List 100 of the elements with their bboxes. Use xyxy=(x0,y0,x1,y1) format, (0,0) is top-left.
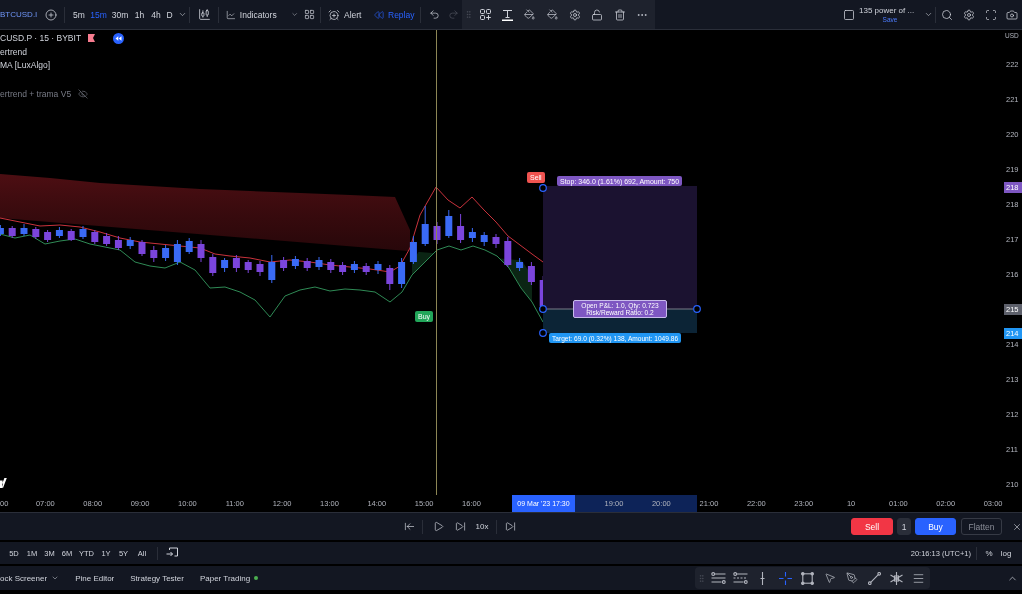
candle xyxy=(480,231,488,247)
candle xyxy=(362,262,370,276)
rewind-icon xyxy=(374,9,384,20)
open-lock-icon[interactable] xyxy=(591,8,604,21)
cursor-icon[interactable] xyxy=(823,572,836,584)
drag-handle[interactable] xyxy=(539,305,547,313)
symbol-title: CUSD.P · 15 · BYBIT xyxy=(0,33,82,44)
grid-plus-icon[interactable] xyxy=(479,9,491,20)
layout-name[interactable]: 135 power of ... xyxy=(859,5,915,16)
indicators-button[interactable]: Indicators xyxy=(219,3,298,26)
candle xyxy=(433,221,441,245)
skip-forward-icon[interactable] xyxy=(504,521,516,532)
paint-bucket-icon[interactable] xyxy=(546,9,558,20)
candle xyxy=(0,224,4,237)
candle xyxy=(91,229,99,245)
candle xyxy=(409,235,417,265)
trash-icon[interactable] xyxy=(613,8,626,21)
interval-button[interactable]: 30m xyxy=(109,3,131,26)
paint-bucket-icon[interactable] xyxy=(524,9,536,20)
candle xyxy=(327,258,335,274)
drag-grip-icon[interactable] xyxy=(696,573,706,583)
candle xyxy=(468,227,476,243)
candle xyxy=(44,229,52,243)
rewind-badge-icon[interactable] xyxy=(113,32,125,44)
strategy-name[interactable]: ertrend + trama V5 xyxy=(0,88,72,99)
candle xyxy=(103,232,111,247)
candle xyxy=(527,261,535,286)
menu-icon[interactable] xyxy=(912,571,926,585)
pen-icon[interactable] xyxy=(845,572,858,584)
eye-off-icon[interactable] xyxy=(78,88,89,99)
parallel-lines-icon[interactable] xyxy=(710,572,726,584)
undo-icon[interactable] xyxy=(428,9,440,20)
skip-forward-icon[interactable] xyxy=(454,521,466,532)
add-icon[interactable] xyxy=(45,8,57,21)
candle xyxy=(504,236,512,268)
jump-start-icon[interactable] xyxy=(403,521,415,532)
indicator-name[interactable]: ertrend xyxy=(0,46,27,57)
candle xyxy=(232,254,240,273)
chevron-down-icon[interactable] xyxy=(177,10,187,19)
play-icon[interactable] xyxy=(432,521,444,532)
speed-button[interactable]: 10x xyxy=(472,515,492,538)
grid-icon[interactable] xyxy=(303,9,315,20)
diagonal-line-icon[interactable] xyxy=(867,571,881,585)
candle xyxy=(221,257,229,273)
vertical-line-icon[interactable] xyxy=(760,571,766,585)
calendar-arrow-icon[interactable] xyxy=(166,547,178,559)
close-icon[interactable] xyxy=(1012,521,1022,532)
alert-button[interactable]: Alert xyxy=(321,3,369,26)
candle xyxy=(209,253,217,277)
drag-handle[interactable] xyxy=(693,305,701,313)
square-icon[interactable] xyxy=(843,8,855,21)
dashed-lines-icon[interactable] xyxy=(732,572,748,584)
candle xyxy=(339,261,347,276)
chevron-down-icon[interactable] xyxy=(923,10,933,19)
entry-line[interactable] xyxy=(666,308,694,310)
candle xyxy=(32,226,40,240)
candle xyxy=(374,260,382,275)
candle xyxy=(303,257,311,272)
candle xyxy=(398,257,406,289)
entry-line[interactable] xyxy=(546,308,574,310)
alarm-clock-icon xyxy=(328,8,340,21)
rectangle-icon[interactable] xyxy=(800,571,814,585)
candle xyxy=(280,256,288,272)
symbol-button[interactable]: BTCUSD.I xyxy=(0,3,40,26)
interval-button[interactable]: 15m xyxy=(88,3,109,26)
panel-tab[interactable]: Strategy Tester xyxy=(130,567,184,589)
quantity-field[interactable]: 1 xyxy=(897,518,911,535)
candlestick-icon[interactable] xyxy=(197,8,211,21)
search-icon[interactable] xyxy=(941,8,953,21)
interval-button[interactable]: 5m xyxy=(70,3,88,26)
text-color-icon[interactable] xyxy=(502,8,514,21)
percent-button[interactable]: % xyxy=(982,542,996,564)
drag-handle[interactable] xyxy=(539,329,547,337)
buy-button[interactable]: Buy xyxy=(915,518,956,535)
camera-icon[interactable] xyxy=(1006,8,1018,21)
drag-grip-icon[interactable] xyxy=(463,10,473,19)
panel-tab[interactable]: Paper Trading xyxy=(199,567,259,589)
stop-zone[interactable] xyxy=(543,186,697,309)
replay-button[interactable]: Replay xyxy=(369,3,418,26)
panel-tab[interactable]: Pine Editor xyxy=(75,567,115,589)
flag-icon[interactable] xyxy=(88,34,96,43)
panel-tab[interactable]: ock Screener xyxy=(0,567,60,589)
interval-button[interactable]: 1h xyxy=(131,3,148,26)
node-pattern-icon[interactable] xyxy=(890,571,903,585)
sell-button[interactable]: Sell xyxy=(851,518,893,535)
log-button[interactable]: log xyxy=(998,542,1014,564)
drag-handle[interactable] xyxy=(539,184,547,192)
indicator-name[interactable]: MA [LuxAlgo] xyxy=(0,60,51,71)
candle xyxy=(291,255,299,270)
candle xyxy=(162,244,170,262)
settings-icon[interactable] xyxy=(963,8,975,21)
interval-button[interactable]: 4h xyxy=(148,3,164,26)
candle xyxy=(138,239,146,257)
fullscreen-icon[interactable] xyxy=(985,8,997,21)
interval-button[interactable]: D xyxy=(164,3,175,26)
crosshair-icon[interactable] xyxy=(778,571,792,585)
candle xyxy=(8,225,16,239)
candle xyxy=(492,233,500,249)
settings-icon[interactable] xyxy=(568,8,581,21)
candle xyxy=(516,257,524,272)
